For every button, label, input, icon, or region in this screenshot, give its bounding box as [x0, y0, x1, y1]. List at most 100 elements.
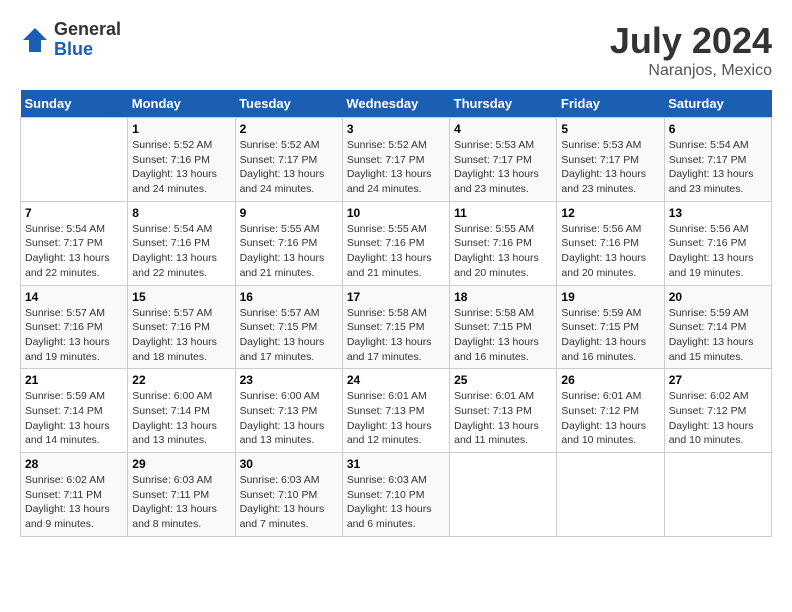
header-sunday: Sunday — [21, 90, 128, 118]
calendar-cell: 17 Sunrise: 5:58 AMSunset: 7:15 PMDaylig… — [342, 285, 449, 369]
calendar-cell: 10 Sunrise: 5:55 AMSunset: 7:16 PMDaylig… — [342, 201, 449, 285]
calendar-cell — [557, 453, 664, 537]
calendar-cell: 7 Sunrise: 5:54 AMSunset: 7:17 PMDayligh… — [21, 201, 128, 285]
header-friday: Friday — [557, 90, 664, 118]
day-info: Sunrise: 5:59 AMSunset: 7:15 PMDaylight:… — [561, 307, 646, 363]
day-info: Sunrise: 6:02 AMSunset: 7:12 PMDaylight:… — [669, 390, 754, 446]
day-info: Sunrise: 5:54 AMSunset: 7:17 PMDaylight:… — [669, 139, 754, 195]
day-number: 8 — [132, 206, 230, 220]
calendar-cell: 30 Sunrise: 6:03 AMSunset: 7:10 PMDaylig… — [235, 453, 342, 537]
calendar-cell: 6 Sunrise: 5:54 AMSunset: 7:17 PMDayligh… — [664, 118, 771, 202]
calendar-cell: 18 Sunrise: 5:58 AMSunset: 7:15 PMDaylig… — [450, 285, 557, 369]
day-number: 9 — [240, 206, 338, 220]
day-number: 14 — [25, 290, 123, 304]
header-monday: Monday — [128, 90, 235, 118]
calendar-cell: 19 Sunrise: 5:59 AMSunset: 7:15 PMDaylig… — [557, 285, 664, 369]
calendar-cell: 2 Sunrise: 5:52 AMSunset: 7:17 PMDayligh… — [235, 118, 342, 202]
day-info: Sunrise: 5:52 AMSunset: 7:17 PMDaylight:… — [240, 139, 325, 195]
day-number: 29 — [132, 457, 230, 471]
calendar-week-row: 1 Sunrise: 5:52 AMSunset: 7:16 PMDayligh… — [21, 118, 772, 202]
day-info: Sunrise: 5:57 AMSunset: 7:16 PMDaylight:… — [132, 307, 217, 363]
calendar-cell: 13 Sunrise: 5:56 AMSunset: 7:16 PMDaylig… — [664, 201, 771, 285]
logo-icon — [20, 25, 50, 55]
calendar-week-row: 28 Sunrise: 6:02 AMSunset: 7:11 PMDaylig… — [21, 453, 772, 537]
logo-blue: Blue — [54, 40, 121, 60]
day-number: 20 — [669, 290, 767, 304]
day-number: 2 — [240, 122, 338, 136]
day-info: Sunrise: 5:59 AMSunset: 7:14 PMDaylight:… — [25, 390, 110, 446]
logo-general: General — [54, 20, 121, 40]
calendar-cell — [450, 453, 557, 537]
day-number: 24 — [347, 373, 445, 387]
day-info: Sunrise: 6:03 AMSunset: 7:11 PMDaylight:… — [132, 474, 217, 530]
calendar-cell: 11 Sunrise: 5:55 AMSunset: 7:16 PMDaylig… — [450, 201, 557, 285]
day-info: Sunrise: 6:00 AMSunset: 7:14 PMDaylight:… — [132, 390, 217, 446]
day-number: 13 — [669, 206, 767, 220]
day-info: Sunrise: 5:52 AMSunset: 7:16 PMDaylight:… — [132, 139, 217, 195]
day-number: 26 — [561, 373, 659, 387]
day-info: Sunrise: 6:01 AMSunset: 7:13 PMDaylight:… — [347, 390, 432, 446]
day-info: Sunrise: 5:55 AMSunset: 7:16 PMDaylight:… — [240, 223, 325, 279]
day-info: Sunrise: 5:58 AMSunset: 7:15 PMDaylight:… — [347, 307, 432, 363]
header-thursday: Thursday — [450, 90, 557, 118]
day-info: Sunrise: 6:00 AMSunset: 7:13 PMDaylight:… — [240, 390, 325, 446]
calendar-table: SundayMondayTuesdayWednesdayThursdayFrid… — [20, 90, 772, 537]
day-info: Sunrise: 5:59 AMSunset: 7:14 PMDaylight:… — [669, 307, 754, 363]
calendar-cell: 3 Sunrise: 5:52 AMSunset: 7:17 PMDayligh… — [342, 118, 449, 202]
day-info: Sunrise: 5:56 AMSunset: 7:16 PMDaylight:… — [669, 223, 754, 279]
day-info: Sunrise: 5:52 AMSunset: 7:17 PMDaylight:… — [347, 139, 432, 195]
day-info: Sunrise: 5:55 AMSunset: 7:16 PMDaylight:… — [454, 223, 539, 279]
calendar-title: July 2024 — [610, 20, 772, 62]
calendar-cell: 20 Sunrise: 5:59 AMSunset: 7:14 PMDaylig… — [664, 285, 771, 369]
calendar-cell: 15 Sunrise: 5:57 AMSunset: 7:16 PMDaylig… — [128, 285, 235, 369]
day-number: 15 — [132, 290, 230, 304]
day-number: 28 — [25, 457, 123, 471]
calendar-cell: 9 Sunrise: 5:55 AMSunset: 7:16 PMDayligh… — [235, 201, 342, 285]
header-wednesday: Wednesday — [342, 90, 449, 118]
calendar-cell: 27 Sunrise: 6:02 AMSunset: 7:12 PMDaylig… — [664, 369, 771, 453]
day-number: 11 — [454, 206, 552, 220]
calendar-cell: 31 Sunrise: 6:03 AMSunset: 7:10 PMDaylig… — [342, 453, 449, 537]
day-number: 7 — [25, 206, 123, 220]
calendar-cell: 23 Sunrise: 6:00 AMSunset: 7:13 PMDaylig… — [235, 369, 342, 453]
calendar-week-row: 7 Sunrise: 5:54 AMSunset: 7:17 PMDayligh… — [21, 201, 772, 285]
day-number: 30 — [240, 457, 338, 471]
calendar-cell: 1 Sunrise: 5:52 AMSunset: 7:16 PMDayligh… — [128, 118, 235, 202]
day-number: 6 — [669, 122, 767, 136]
day-info: Sunrise: 6:02 AMSunset: 7:11 PMDaylight:… — [25, 474, 110, 530]
day-number: 27 — [669, 373, 767, 387]
title-block: July 2024 Naranjos, Mexico — [610, 20, 772, 80]
day-number: 21 — [25, 373, 123, 387]
day-number: 17 — [347, 290, 445, 304]
calendar-cell: 26 Sunrise: 6:01 AMSunset: 7:12 PMDaylig… — [557, 369, 664, 453]
day-number: 23 — [240, 373, 338, 387]
calendar-cell: 4 Sunrise: 5:53 AMSunset: 7:17 PMDayligh… — [450, 118, 557, 202]
day-number: 16 — [240, 290, 338, 304]
day-number: 18 — [454, 290, 552, 304]
page-header: General Blue July 2024 Naranjos, Mexico — [20, 20, 772, 80]
day-info: Sunrise: 5:54 AMSunset: 7:17 PMDaylight:… — [25, 223, 110, 279]
calendar-week-row: 14 Sunrise: 5:57 AMSunset: 7:16 PMDaylig… — [21, 285, 772, 369]
day-number: 25 — [454, 373, 552, 387]
calendar-cell: 12 Sunrise: 5:56 AMSunset: 7:16 PMDaylig… — [557, 201, 664, 285]
calendar-cell: 5 Sunrise: 5:53 AMSunset: 7:17 PMDayligh… — [557, 118, 664, 202]
header-saturday: Saturday — [664, 90, 771, 118]
day-info: Sunrise: 5:55 AMSunset: 7:16 PMDaylight:… — [347, 223, 432, 279]
day-number: 12 — [561, 206, 659, 220]
calendar-cell: 16 Sunrise: 5:57 AMSunset: 7:15 PMDaylig… — [235, 285, 342, 369]
day-info: Sunrise: 5:53 AMSunset: 7:17 PMDaylight:… — [454, 139, 539, 195]
day-info: Sunrise: 6:01 AMSunset: 7:12 PMDaylight:… — [561, 390, 646, 446]
calendar-week-row: 21 Sunrise: 5:59 AMSunset: 7:14 PMDaylig… — [21, 369, 772, 453]
calendar-header-row: SundayMondayTuesdayWednesdayThursdayFrid… — [21, 90, 772, 118]
day-number: 5 — [561, 122, 659, 136]
day-info: Sunrise: 6:01 AMSunset: 7:13 PMDaylight:… — [454, 390, 539, 446]
calendar-cell: 25 Sunrise: 6:01 AMSunset: 7:13 PMDaylig… — [450, 369, 557, 453]
day-number: 22 — [132, 373, 230, 387]
day-info: Sunrise: 5:57 AMSunset: 7:16 PMDaylight:… — [25, 307, 110, 363]
day-number: 4 — [454, 122, 552, 136]
calendar-cell: 21 Sunrise: 5:59 AMSunset: 7:14 PMDaylig… — [21, 369, 128, 453]
day-info: Sunrise: 5:57 AMSunset: 7:15 PMDaylight:… — [240, 307, 325, 363]
calendar-cell — [664, 453, 771, 537]
calendar-cell: 22 Sunrise: 6:00 AMSunset: 7:14 PMDaylig… — [128, 369, 235, 453]
calendar-cell: 14 Sunrise: 5:57 AMSunset: 7:16 PMDaylig… — [21, 285, 128, 369]
